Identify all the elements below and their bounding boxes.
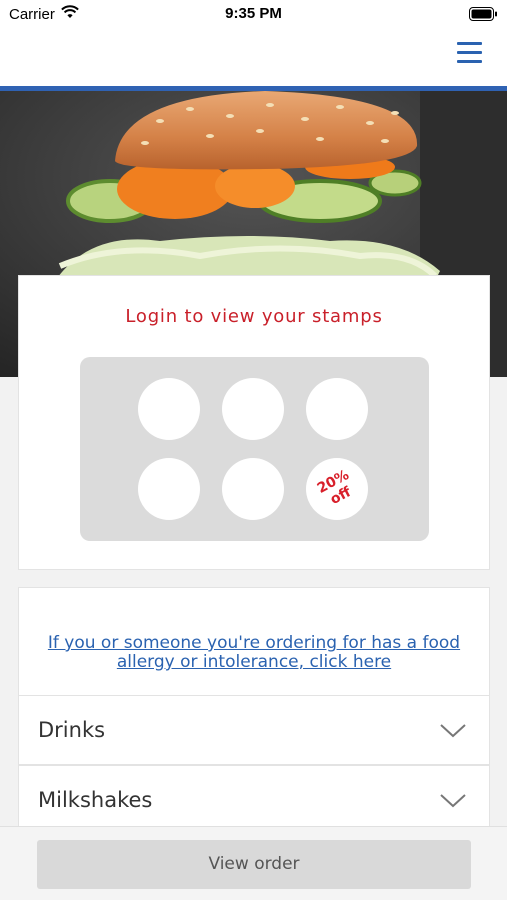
login-to-view-stamps-link[interactable]: Login to view your stamps (19, 306, 489, 327)
app-screen: Carrier 9:35 PM Login to view your stamp… (0, 0, 507, 900)
reward-label: 20% off (312, 465, 362, 512)
view-order-button[interactable]: View order (37, 840, 471, 889)
chevron-down-icon (439, 793, 467, 814)
allergy-info-link[interactable]: If you or someone you're ordering for ha… (39, 634, 469, 672)
status-time: 9:35 PM (225, 5, 282, 22)
status-bar: Carrier 9:35 PM (0, 0, 507, 30)
stamp-reward-slot: 20% off (306, 458, 368, 520)
allergy-card: If you or someone you're ordering for ha… (18, 587, 490, 695)
stamp-slot-1 (138, 378, 200, 440)
stamp-grid: 20% off (80, 357, 429, 541)
category-row-drinks[interactable]: Drinks (18, 695, 490, 765)
bottom-bar: View order (0, 826, 507, 900)
stamp-slot-4 (138, 458, 200, 520)
category-label: Milkshakes (38, 788, 153, 812)
stamp-slot-3 (306, 378, 368, 440)
battery-icon (469, 7, 498, 25)
chevron-down-icon (439, 723, 467, 744)
category-label: Drinks (38, 718, 106, 742)
hamburger-menu-icon[interactable] (455, 40, 485, 70)
category-row-milkshakes[interactable]: Milkshakes (18, 765, 490, 835)
stamp-slot-5 (222, 458, 284, 520)
stamp-slot-2 (222, 378, 284, 440)
stamp-card: Login to view your stamps 20% off (18, 275, 490, 570)
app-header (0, 30, 507, 86)
